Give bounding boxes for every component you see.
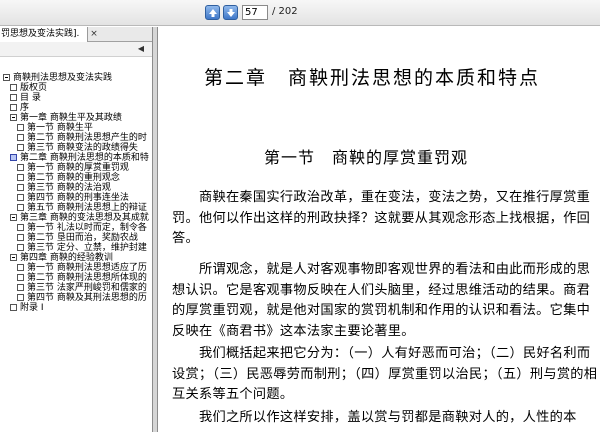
bookmark-icon	[17, 204, 24, 211]
bookmark-item[interactable]: 第二节 商鞅的重刑观念	[0, 173, 152, 183]
bookmark-item[interactable]: 第四节 商鞅的刑事连坐法	[0, 193, 152, 203]
bookmark-icon	[10, 94, 17, 101]
tab-label: 罚思想及变法实践].	[1, 29, 80, 39]
bookmark-item[interactable]: 第三节 商鞅的法治观	[0, 183, 152, 193]
bookmark-item[interactable]: 序	[0, 103, 152, 113]
bookmark-item[interactable]: 第一节 商鞅生平	[0, 123, 152, 133]
bookmarks-panel: ◀ 商鞅刑法思想及变法实践 版权页目 录序第一章 商鞅生平及其政绩 第一节 商鞅生平…	[0, 42, 152, 432]
bookmark-label: 第五节 商鞅刑法思想上的辩证	[27, 203, 147, 213]
bookmark-icon	[17, 124, 24, 131]
collapse-toggle-icon[interactable]	[10, 214, 17, 221]
bookmark-icon	[17, 194, 24, 201]
previous-page-button[interactable]	[205, 5, 220, 20]
toolbar: / 202	[0, 0, 600, 26]
bookmark-label: 第一章 商鞅生平及其政绩	[20, 113, 122, 123]
bookmark-item[interactable]: 第一节 商鞅的厚赏重罚观	[0, 163, 152, 173]
bookmark-icon	[17, 234, 24, 241]
arrow-down-icon	[227, 9, 235, 17]
bookmark-label: 第四节 商鞅的刑事连坐法	[27, 193, 129, 203]
bookmark-item[interactable]: 目 录	[0, 93, 152, 103]
paragraph: 所谓观念，就是人对客观事物即客观世界的看法和由此而形成的思想认识。它是客观事物反…	[172, 262, 591, 339]
bookmark-icon	[17, 244, 24, 251]
bookmark-item[interactable]: 第二节 商鞅刑法思想所体现的	[0, 273, 152, 283]
bookmark-item[interactable]: 第二节 商鞅刑法思想产生的时	[0, 133, 152, 143]
bookmark-label: 第三节 商鞅变法的政绩得失	[27, 143, 138, 153]
bookmark-label: 第四节 商鞅及其刑法思想的历	[27, 293, 147, 303]
bookmark-label: 第一节 礼法以时而定，制令各	[27, 223, 147, 233]
bookmark-label: 第三章 商鞅的变法思想及其成就	[20, 213, 149, 223]
bookmark-label: 序	[20, 103, 30, 113]
bookmark-item[interactable]: 商鞅刑法思想及变法实践	[0, 73, 152, 83]
bookmark-label: 附录 I	[20, 303, 44, 313]
bookmark-item[interactable]: 第一节 礼法以时而定，制令各	[0, 223, 152, 233]
bookmark-label: 第三节 商鞅的法治观	[27, 183, 111, 193]
bookmark-icon	[17, 134, 24, 141]
bookmark-label: 商鞅刑法思想及变法实践	[13, 73, 113, 83]
bookmarks-header: ◀	[0, 42, 152, 57]
collapse-toggle-icon[interactable]	[3, 74, 10, 81]
bookmark-icon	[10, 104, 17, 111]
arrow-up-icon	[209, 9, 217, 17]
bookmark-label: 第一节 商鞅刑法思想适应了历	[27, 263, 147, 273]
bookmark-item[interactable]: 第三节 法家严刑峻罚和儒家的	[0, 283, 152, 293]
bookmark-label: 第一节 商鞅的厚赏重罚观	[27, 163, 129, 173]
bookmark-item[interactable]: 第二节 垦田而治，奖励农战	[0, 233, 152, 243]
bookmark-icon	[17, 184, 24, 191]
collapse-toggle-icon[interactable]	[10, 114, 17, 121]
bookmark-item[interactable]: 第四章 商鞅的经验教训	[0, 253, 152, 263]
bookmark-label: 第二节 商鞅的重刑观念	[27, 173, 120, 183]
paragraph: 我们概括起来把它分为：（一）人有好恶而可治；（二）民好名利而设赏；（三）民恶辱劳…	[172, 346, 598, 402]
bookmark-icon	[17, 274, 24, 281]
bookmark-label: 第三节 法家严刑峻罚和儒家的	[27, 283, 147, 293]
bookmark-item[interactable]: 第三章 商鞅的变法思想及其成就	[0, 213, 152, 223]
bookmark-item[interactable]: 第五节 商鞅刑法思想上的辩证	[0, 203, 152, 213]
chapter-title: 第二章 商鞅刑法思想的本质和特点	[204, 67, 541, 89]
bookmark-icon	[17, 284, 24, 291]
bookmark-label: 第二节 商鞅刑法思想产生的时	[27, 133, 147, 143]
bookmark-label: 第四章 商鞅的经验教训	[20, 253, 113, 263]
bookmark-item[interactable]: 第二章 商鞅刑法思想的本质和特	[0, 153, 152, 163]
bookmark-icon	[17, 294, 24, 301]
bookmark-item[interactable]: 第一章 商鞅生平及其政绩	[0, 113, 152, 123]
bookmark-label: 版权页	[20, 83, 48, 93]
bookmark-icon	[17, 164, 24, 171]
bookmark-item[interactable]: 版权页	[0, 83, 152, 93]
bookmark-item[interactable]: 第一节 商鞅刑法思想适应了历	[0, 263, 152, 273]
paragraph: 商鞅在秦国实行政治改革，重在变法，变法之势，又在推行厚赏重罚。他何以作出这样的刑…	[172, 190, 591, 246]
bookmark-label: 第二节 垦田而治，奖励农战	[27, 233, 138, 243]
bookmark-label: 第三节 定分、立禁，维护封建	[27, 243, 147, 253]
bookmark-icon	[10, 154, 17, 161]
collapse-panel-icon[interactable]: ◀	[138, 44, 144, 53]
bookmark-icon	[17, 264, 24, 271]
page-total-label: / 202	[272, 6, 298, 17]
bookmark-item[interactable]: 第三节 定分、立禁，维护封建	[0, 243, 152, 253]
paragraph: 我们之所以作这样安排，盖以赏与罚都是商鞅对人的，人性的本	[172, 410, 577, 425]
document-page: 第二章 商鞅刑法思想的本质和特点 第一节 商鞅的厚赏重罚观 商鞅在秦国实行政治改…	[158, 27, 600, 432]
bookmark-label: 第二章 商鞅刑法思想的本质和特	[20, 153, 149, 163]
next-page-button[interactable]	[223, 5, 238, 20]
bookmark-item[interactable]: 附录 I	[0, 303, 152, 313]
bookmark-icon	[10, 84, 17, 91]
bookmark-label: 第一节 商鞅生平	[27, 123, 93, 133]
section-title: 第一节 商鞅的厚赏重罚观	[264, 148, 469, 167]
collapse-toggle-icon[interactable]	[10, 254, 17, 261]
bookmark-icon	[17, 144, 24, 151]
page-number-input[interactable]	[242, 5, 268, 20]
bookmark-icon	[17, 174, 24, 181]
bookmark-item[interactable]: 第三节 商鞅变法的政绩得失	[0, 143, 152, 153]
bookmark-label: 第二节 商鞅刑法思想所体现的	[27, 273, 147, 283]
bookmark-icon	[10, 304, 17, 311]
bookmark-label: 目 录	[20, 93, 41, 103]
document-tab[interactable]: 罚思想及变法实践].	[0, 27, 88, 42]
close-tab-icon[interactable]: ×	[89, 27, 99, 41]
tab-strip: 罚思想及变法实践]. ×	[0, 27, 152, 42]
bookmark-icon	[17, 224, 24, 231]
bookmark-item[interactable]: 第四节 商鞅及其刑法思想的历	[0, 293, 152, 303]
